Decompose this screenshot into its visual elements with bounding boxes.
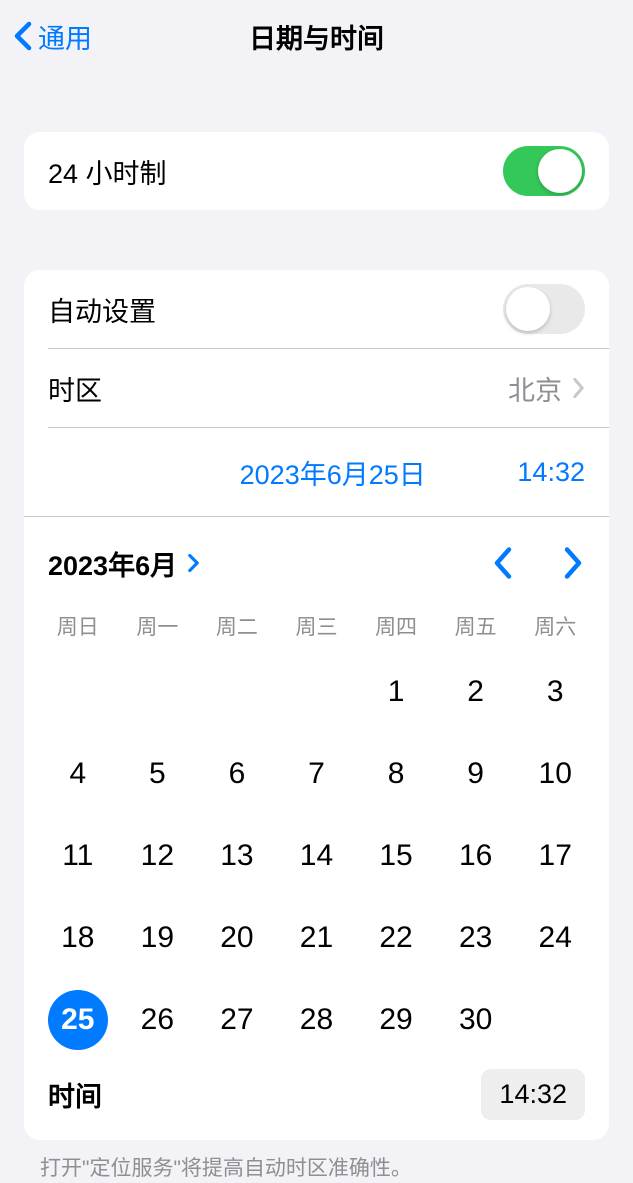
timezone-value: 北京 [508,369,562,408]
chevron-right-icon [561,545,585,581]
calendar-day[interactable]: 24 [515,913,595,963]
calendar-day[interactable]: 7 [277,749,357,799]
calendar-day[interactable]: 18 [38,913,118,963]
month-picker-button[interactable]: 2023年6月 [48,544,200,583]
calendar-blank [118,667,198,717]
month-label: 2023年6月 [48,544,177,583]
weekday-header: 周五 [436,605,516,647]
calendar-day[interactable]: 22 [356,913,436,963]
calendar-day[interactable]: 10 [515,749,595,799]
calendar-day[interactable]: 17 [515,831,595,881]
calendar-day[interactable]: 1 [356,667,436,717]
calendar-day[interactable]: 16 [436,831,516,881]
calendar-blank [38,667,118,717]
calendar-day[interactable]: 15 [356,831,436,881]
back-button[interactable]: 通用 [14,17,92,56]
next-month-button[interactable] [561,545,585,581]
calendar-day[interactable]: 21 [277,913,357,963]
calendar-day[interactable]: 25 [38,995,118,1045]
footer-note: 打开"定位服务"将提高自动时区准确性。 [40,1152,593,1182]
selected-date-display[interactable]: 2023年6月25日 [240,453,426,492]
calendar-day[interactable]: 14 [277,831,357,881]
calendar-day[interactable]: 29 [356,995,436,1045]
twenty-four-hour-toggle[interactable] [503,146,585,196]
chevron-right-icon [572,377,585,399]
calendar-day[interactable]: 30 [436,995,516,1045]
calendar-blank [197,667,277,717]
calendar-day[interactable]: 5 [118,749,198,799]
weekday-header: 周六 [515,605,595,647]
chevron-left-icon [14,21,32,51]
weekday-header: 周二 [197,605,277,647]
weekday-header: 周日 [38,605,118,647]
calendar-day[interactable]: 6 [197,749,277,799]
chevron-left-icon [491,545,515,581]
calendar-day[interactable]: 9 [436,749,516,799]
calendar-day[interactable]: 3 [515,667,595,717]
calendar-day[interactable]: 2 [436,667,516,717]
page-title: 日期与时间 [249,17,384,56]
calendar-day[interactable]: 11 [38,831,118,881]
auto-set-label: 自动设置 [48,290,503,329]
calendar-day[interactable]: 27 [197,995,277,1045]
prev-month-button[interactable] [491,545,515,581]
calendar-day[interactable]: 4 [38,749,118,799]
calendar-day[interactable]: 12 [118,831,198,881]
selected-time-display[interactable]: 14:32 [517,457,585,488]
calendar-day[interactable]: 26 [118,995,198,1045]
weekday-header: 周四 [356,605,436,647]
time-label: 时间 [48,1075,102,1114]
timezone-row[interactable]: 时区 北京 [24,349,609,427]
time-picker-button[interactable]: 14:32 [481,1069,585,1120]
timezone-label: 时区 [48,369,508,408]
auto-set-toggle[interactable] [503,284,585,334]
twenty-four-hour-label: 24 小时制 [48,152,503,191]
calendar-day[interactable]: 20 [197,913,277,963]
calendar-blank [277,667,357,717]
weekday-header: 周三 [277,605,357,647]
calendar-day[interactable]: 8 [356,749,436,799]
calendar-day[interactable]: 23 [436,913,516,963]
weekday-header: 周一 [118,605,198,647]
chevron-right-icon [187,553,200,573]
back-label: 通用 [38,17,92,56]
calendar-day[interactable]: 13 [197,831,277,881]
calendar-day[interactable]: 28 [277,995,357,1045]
calendar-day[interactable]: 19 [118,913,198,963]
